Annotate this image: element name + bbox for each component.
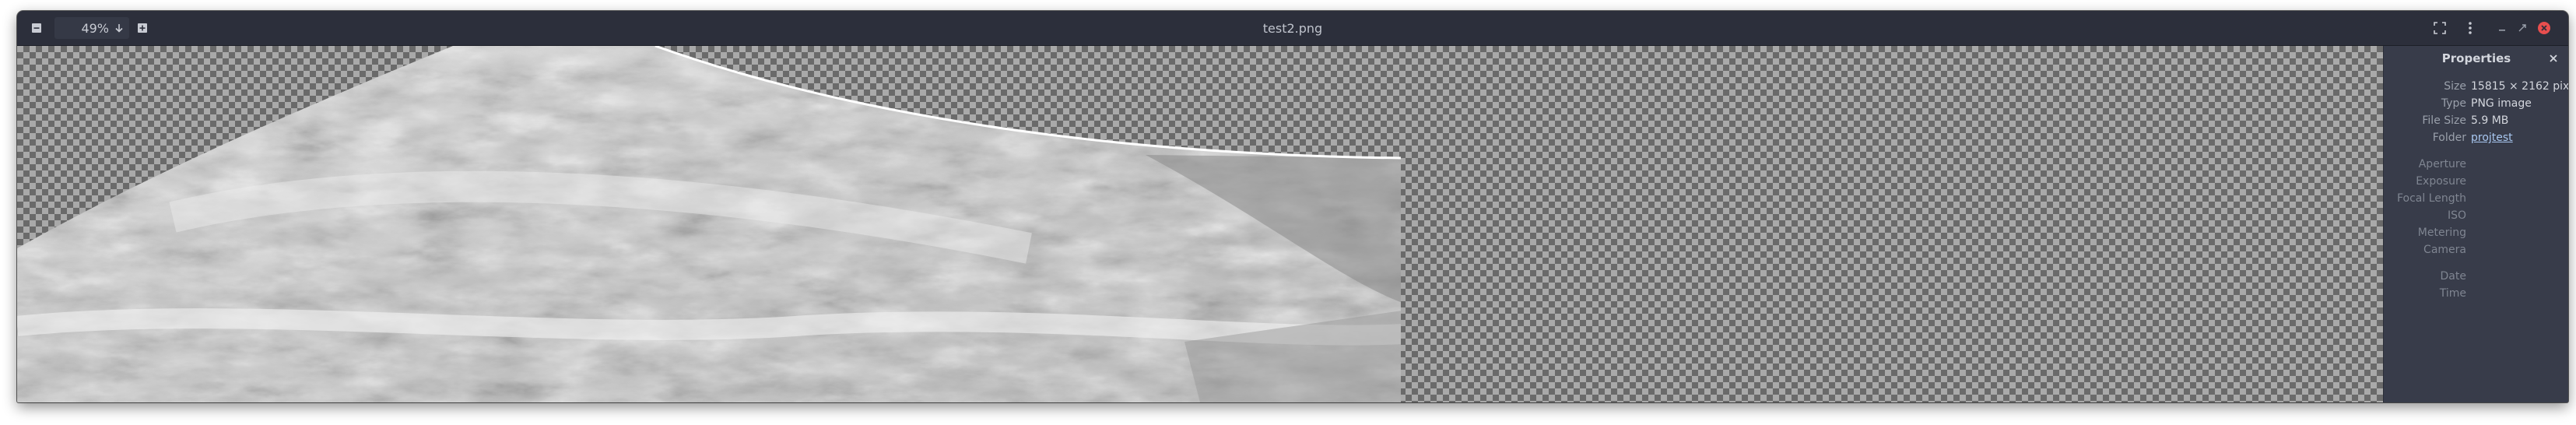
zoom-level-selector[interactable]: 49% — [54, 17, 129, 39]
property-time: Time — [2384, 286, 2568, 301]
property-label: Exposure — [2416, 175, 2466, 188]
menu-button[interactable] — [2460, 18, 2480, 38]
zoom-level-value: 49% — [81, 20, 109, 36]
property-size: Size 15815 × 2162 pixels — [2384, 79, 2568, 94]
property-label: Time — [2439, 287, 2466, 300]
folder-link[interactable]: projtest — [2471, 130, 2513, 146]
fullscreen-button[interactable] — [2430, 18, 2450, 38]
property-label: File Size — [2422, 114, 2466, 127]
property-folder: Folder projtest — [2384, 130, 2568, 146]
property-label: Aperture — [2418, 158, 2466, 170]
property-label: Camera — [2423, 244, 2466, 256]
property-label: ISO — [2447, 209, 2466, 222]
property-label: Focal Length — [2396, 192, 2466, 205]
property-focal-length: Focal Length — [2384, 191, 2568, 206]
property-type: Type PNG image — [2384, 96, 2568, 111]
property-exposure: Exposure — [2384, 174, 2568, 189]
property-camera: Camera — [2384, 242, 2568, 258]
fullscreen-icon — [2434, 22, 2446, 34]
zoom-dropdown-arrow-icon — [115, 24, 123, 33]
property-label: Type — [2441, 97, 2466, 110]
maximize-icon — [2518, 24, 2526, 32]
image-viewer-window: 49% test2.png Properties Size 15815 × 21… — [17, 11, 2568, 402]
close-icon — [2550, 54, 2557, 62]
property-label: Metering — [2417, 227, 2466, 239]
property-label: Folder — [2432, 132, 2466, 144]
properties-sidebar: Properties Size 15815 × 2162 pixels Type… — [2383, 46, 2568, 402]
property-label: Size — [2444, 80, 2466, 93]
zoom-out-icon — [32, 23, 41, 33]
zoom-in-button[interactable] — [132, 18, 153, 38]
menu-icon — [2469, 22, 2472, 34]
image-canvas[interactable] — [17, 46, 2383, 402]
close-icon — [2538, 22, 2550, 34]
minimize-icon — [2499, 30, 2505, 31]
property-metering: Metering — [2384, 225, 2568, 241]
property-aperture: Aperture — [2384, 156, 2568, 172]
zoom-out-button[interactable] — [26, 18, 47, 38]
window-title: test2.png — [1262, 20, 1323, 36]
close-button[interactable] — [2534, 18, 2554, 38]
maximize-button[interactable] — [2512, 18, 2532, 38]
property-value: 15815 × 2162 pixels — [2471, 80, 2568, 93]
property-file-size: File Size 5.9 MB — [2384, 113, 2568, 128]
property-iso: ISO — [2384, 208, 2568, 223]
sidebar-close-button[interactable] — [2546, 51, 2561, 66]
satellite-image — [17, 46, 1402, 402]
property-value: PNG image — [2471, 97, 2532, 110]
zoom-in-icon — [138, 23, 147, 33]
properties-title: Properties — [2441, 51, 2511, 65]
minimize-button[interactable] — [2492, 18, 2512, 38]
property-date: Date — [2384, 269, 2568, 284]
property-label: Date — [2440, 270, 2466, 283]
headerbar: 49% test2.png — [17, 11, 2568, 46]
property-value: 5.9 MB — [2471, 114, 2509, 127]
